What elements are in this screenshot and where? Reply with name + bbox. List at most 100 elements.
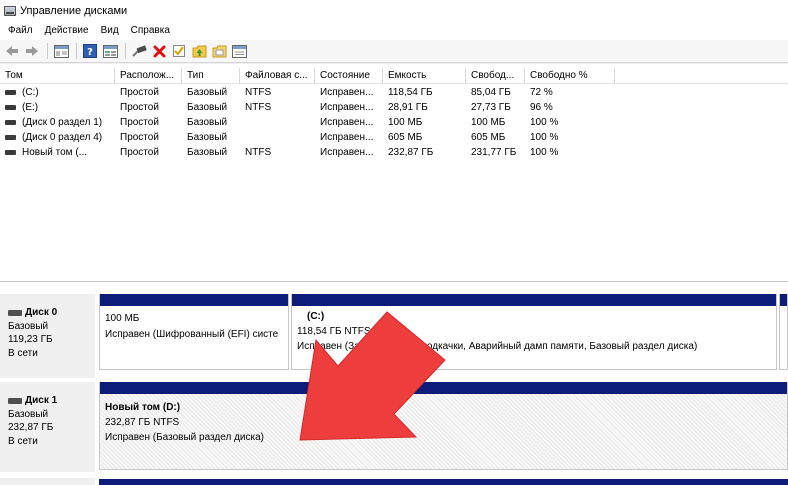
disk-name: Диск 1 <box>25 395 58 406</box>
toolbar-separator <box>125 43 126 59</box>
volume-icon <box>5 105 16 110</box>
forward-icon[interactable] <box>23 42 41 60</box>
cell-free-space: 85,04 ГБ <box>471 87 511 98</box>
partition-cap <box>100 294 288 306</box>
toolbar-separator <box>76 43 77 59</box>
partition-recovery[interactable] <box>779 294 788 370</box>
cell-capacity: 605 МБ <box>388 132 423 143</box>
back-icon[interactable] <box>3 42 21 60</box>
cell-filesystem: NTFS <box>245 87 272 98</box>
disk-status: В сети <box>8 435 38 447</box>
table-row[interactable]: (C:) Простой Базовый NTFS Исправен... 11… <box>0 85 788 100</box>
disk-management-icon <box>4 5 16 16</box>
column-layout[interactable]: Располож... <box>115 68 182 84</box>
disk-icon <box>8 397 22 404</box>
cell-layout: Простой <box>120 102 159 113</box>
properties-panel-icon[interactable] <box>52 42 70 60</box>
cell-layout: Простой <box>120 132 159 143</box>
partition-cap <box>99 479 788 485</box>
partition-size: 232,87 ГБ NTFS <box>105 417 180 428</box>
menu-help[interactable]: Справка <box>125 25 176 36</box>
cell-capacity: 100 МБ <box>388 117 423 128</box>
volume-list: Том Располож... Тип Файловая с... Состоя… <box>0 64 788 282</box>
cell-free-percent: 96 % <box>530 102 553 113</box>
cell-filesystem: NTFS <box>245 147 272 158</box>
cell-capacity: 118,54 ГБ <box>388 87 433 98</box>
connect-icon[interactable] <box>130 42 148 60</box>
volume-list-header: Том Располож... Тип Файловая с... Состоя… <box>0 68 788 84</box>
cell-type: Базовый <box>187 102 228 113</box>
table-row[interactable]: (E:) Простой Базовый NTFS Исправен... 28… <box>0 100 788 115</box>
cell-free-space: 231,77 ГБ <box>471 147 517 158</box>
cell-free-percent: 72 % <box>530 87 553 98</box>
menu-bar: Файл Действие Вид Справка <box>0 21 788 40</box>
cell-volume: Новый том (... <box>22 147 87 158</box>
folder-up-icon[interactable] <box>190 42 208 60</box>
svg-text:?: ? <box>87 47 93 58</box>
disk-size: 119,23 ГБ <box>8 334 53 345</box>
partition-cap <box>100 382 787 394</box>
title-bar: Управление дисками <box>0 0 788 21</box>
partition-cap <box>292 294 776 306</box>
folder-search-icon[interactable] <box>210 42 228 60</box>
check-icon[interactable] <box>170 42 188 60</box>
cell-layout: Простой <box>120 147 159 158</box>
cell-free-percent: 100 % <box>530 147 559 158</box>
cell-type: Базовый <box>187 147 228 158</box>
menu-file[interactable]: Файл <box>2 25 39 36</box>
cell-volume: (E:) <box>22 102 39 113</box>
cell-status: Исправен... <box>320 132 374 143</box>
table-row[interactable]: (Диск 0 раздел 1) Простой Базовый Исправ… <box>0 115 788 130</box>
menu-view[interactable]: Вид <box>95 25 125 36</box>
column-filesystem[interactable]: Файловая с... <box>240 68 315 84</box>
partition-title: (C:) <box>307 311 325 322</box>
partition-title: Новый том (D:) <box>105 402 181 413</box>
table-row[interactable]: (Диск 0 раздел 4) Простой Базовый Исправ… <box>0 130 788 145</box>
disk-map: Диск 0 Базовый 119,23 ГБ В сети 100 МБ И… <box>0 282 788 485</box>
cell-free-space: 27,73 ГБ <box>471 102 511 113</box>
table-row[interactable]: Новый том (... Простой Базовый NTFS Испр… <box>0 145 788 160</box>
column-capacity[interactable]: Емкость <box>383 68 466 84</box>
cell-free-space: 100 МБ <box>471 117 506 128</box>
partition-c[interactable]: (C:) 118,54 ГБ NTFS Исправен (Загрузка, … <box>291 294 777 370</box>
partition-status: Исправен (Загрузка, Файл подкачки, Авари… <box>297 341 698 352</box>
column-volume[interactable]: Том <box>0 68 115 84</box>
help-icon[interactable]: ? <box>81 42 99 60</box>
cell-volume: (C:) <box>22 87 39 98</box>
toolbar-separator <box>47 43 48 59</box>
cell-layout: Простой <box>120 87 159 98</box>
cell-status: Исправен... <box>320 147 374 158</box>
cell-type: Базовый <box>187 132 228 143</box>
column-free-percent[interactable]: Свободно % <box>525 68 615 84</box>
disk-row-2 <box>0 478 788 485</box>
cell-type: Базовый <box>187 87 228 98</box>
partition-efi[interactable]: 100 МБ Исправен (Шифрованный (EFI) систе <box>99 294 289 370</box>
column-status[interactable]: Состояние <box>315 68 383 84</box>
volume-icon <box>5 135 16 140</box>
cell-volume: (Диск 0 раздел 4) <box>22 132 103 143</box>
disk-row-1: Диск 1 Базовый 232,87 ГБ В сети Новый то… <box>0 382 788 472</box>
column-type[interactable]: Тип <box>182 68 240 84</box>
settings-panel-icon[interactable] <box>230 42 248 60</box>
disk-status: В сети <box>8 347 38 359</box>
volume-icon <box>5 150 16 155</box>
partition-size: 118,54 ГБ NTFS <box>297 326 371 337</box>
delete-icon[interactable] <box>150 42 168 60</box>
column-free-space[interactable]: Свобод... <box>466 68 525 84</box>
cell-filesystem <box>240 115 315 130</box>
menu-action[interactable]: Действие <box>39 25 95 36</box>
disk-name: Диск 0 <box>25 307 58 318</box>
partition-status: Исправен (Шифрованный (EFI) систе <box>105 329 279 340</box>
toolbar: ? <box>0 40 788 63</box>
cell-status: Исправен... <box>320 117 374 128</box>
cell-filesystem: NTFS <box>245 102 272 113</box>
cell-status: Исправен... <box>320 87 374 98</box>
disk-type: Базовый <box>8 320 49 332</box>
partition-d[interactable]: Новый том (D:) 232,87 ГБ NTFS Исправен (… <box>99 382 788 470</box>
list-view-icon[interactable] <box>101 42 119 60</box>
cell-capacity: 232,87 ГБ <box>388 147 434 158</box>
disk-1-label[interactable]: Диск 1 Базовый 232,87 ГБ В сети <box>0 382 95 472</box>
disk-icon <box>8 309 22 316</box>
disk-2-label[interactable] <box>0 478 95 485</box>
disk-0-label[interactable]: Диск 0 Базовый 119,23 ГБ В сети <box>0 294 95 378</box>
